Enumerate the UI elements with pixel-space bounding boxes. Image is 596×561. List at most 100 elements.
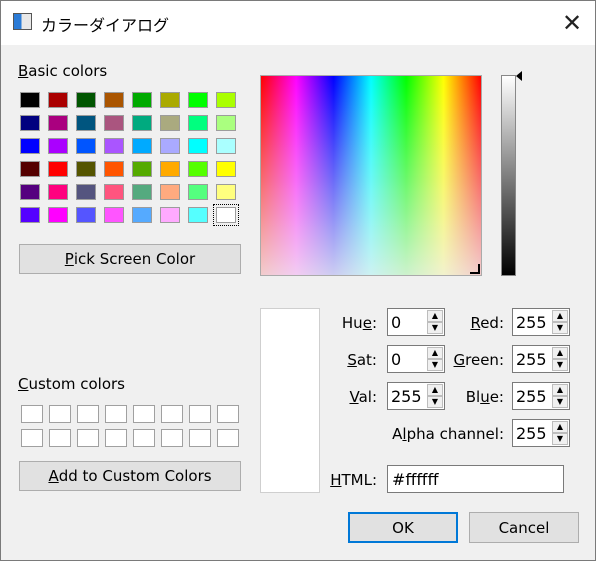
basic-color-swatch[interactable] [104,161,124,177]
spin-up-icon[interactable]: ▲ [427,384,443,396]
basic-color-swatch[interactable] [20,115,40,131]
pick-screen-color-button[interactable]: Pick Screen Color [19,244,241,274]
spin-down-icon[interactable]: ▼ [427,322,443,334]
basic-color-swatch[interactable] [48,115,68,131]
ok-button[interactable]: OK [348,512,458,543]
hue-spinbox[interactable]: 0 ▲ ▼ [387,308,445,336]
alpha-spinbox[interactable]: 255 ▲ ▼ [512,419,570,447]
custom-color-swatch[interactable] [133,429,155,447]
basic-color-swatch[interactable] [216,161,236,177]
spin-up-icon[interactable]: ▲ [552,310,568,322]
basic-color-swatch[interactable] [188,115,208,131]
basic-color-swatch[interactable] [20,161,40,177]
custom-color-swatch[interactable] [189,405,211,423]
basic-color-swatch[interactable] [76,207,96,223]
spectrum-crosshair[interactable] [470,264,480,274]
spin-down-icon[interactable]: ▼ [427,359,443,371]
basic-color-swatch[interactable] [160,161,180,177]
cancel-button[interactable]: Cancel [469,512,579,543]
basic-color-swatch[interactable] [132,138,152,154]
val-spinbox[interactable]: 255 ▲ ▼ [387,382,445,410]
basic-color-swatch[interactable] [132,161,152,177]
custom-color-swatch[interactable] [21,405,43,423]
basic-color-swatch[interactable] [76,184,96,200]
custom-color-swatch[interactable] [217,429,239,447]
spin-down-icon[interactable]: ▼ [552,396,568,408]
add-to-custom-colors-button[interactable]: Add to Custom Colors [19,461,241,491]
blue-spinbox[interactable]: 255 ▲ ▼ [512,382,570,410]
custom-color-swatch[interactable] [189,429,211,447]
basic-color-swatch[interactable] [48,207,68,223]
basic-color-swatch[interactable] [104,138,124,154]
basic-color-swatch[interactable] [188,138,208,154]
basic-color-swatch[interactable] [216,92,236,108]
custom-color-swatch[interactable] [105,405,127,423]
custom-color-swatch[interactable] [21,429,43,447]
green-spinbox[interactable]: 255 ▲ ▼ [512,345,570,373]
html-color-input[interactable]: #ffffff [387,465,564,493]
basic-color-swatch[interactable] [20,92,40,108]
basic-color-swatch[interactable] [20,184,40,200]
custom-color-swatch[interactable] [161,405,183,423]
basic-color-swatch[interactable] [216,115,236,131]
spin-up-icon[interactable]: ▲ [552,421,568,433]
basic-color-swatch[interactable] [188,207,208,223]
basic-color-swatch[interactable] [48,184,68,200]
basic-color-swatch[interactable] [104,115,124,131]
basic-color-swatch[interactable] [76,138,96,154]
basic-color-swatch[interactable] [76,161,96,177]
basic-color-swatch[interactable] [20,207,40,223]
spin-down-icon[interactable]: ▼ [427,396,443,408]
spin-down-icon[interactable]: ▼ [552,359,568,371]
close-button[interactable]: ✕ [549,1,595,45]
spin-up-icon[interactable]: ▲ [552,347,568,359]
custom-color-swatch[interactable] [49,429,71,447]
custom-color-swatch[interactable] [49,405,71,423]
basic-color-swatch[interactable] [104,184,124,200]
spin-down-icon[interactable]: ▼ [552,322,568,334]
custom-color-swatch[interactable] [217,405,239,423]
basic-color-swatch[interactable] [160,138,180,154]
custom-colors-label: Custom colors [18,375,125,393]
basic-color-swatch[interactable] [132,115,152,131]
spin-down-icon[interactable]: ▼ [552,433,568,445]
luminance-slider[interactable] [501,75,516,276]
basic-color-swatch[interactable] [48,138,68,154]
hue-saturation-spectrum[interactable] [260,75,482,276]
basic-color-swatch[interactable] [160,184,180,200]
red-spinbox[interactable]: 255 ▲ ▼ [512,308,570,336]
spin-up-icon[interactable]: ▲ [427,310,443,322]
basic-color-swatch[interactable] [104,207,124,223]
basic-color-swatch[interactable] [216,184,236,200]
spin-up-icon[interactable]: ▲ [552,384,568,396]
custom-color-swatch[interactable] [77,429,99,447]
basic-color-swatch[interactable] [132,207,152,223]
basic-color-swatch[interactable] [20,138,40,154]
basic-color-swatch[interactable] [76,92,96,108]
app-icon [13,13,32,30]
basic-color-swatch[interactable] [76,115,96,131]
custom-color-swatch[interactable] [161,429,183,447]
html-label: HTML: [330,471,377,489]
spin-up-icon[interactable]: ▲ [427,347,443,359]
basic-color-swatch[interactable] [160,92,180,108]
basic-color-swatch[interactable] [48,161,68,177]
basic-color-swatch[interactable] [104,92,124,108]
luminance-arrow-icon[interactable] [516,71,522,81]
basic-color-swatch[interactable] [216,138,236,154]
basic-color-swatch[interactable] [48,92,68,108]
custom-color-swatch[interactable] [133,405,155,423]
basic-color-swatch[interactable] [188,92,208,108]
custom-color-swatch[interactable] [77,405,99,423]
basic-color-swatch[interactable] [188,184,208,200]
basic-color-swatch[interactable] [132,92,152,108]
basic-color-swatch[interactable] [188,161,208,177]
basic-color-swatch[interactable] [160,115,180,131]
sat-spinbox[interactable]: 0 ▲ ▼ [387,345,445,373]
basic-color-swatch[interactable] [132,184,152,200]
custom-color-swatch[interactable] [105,429,127,447]
hue-label: Hue: [341,314,377,332]
basic-color-swatch[interactable] [213,204,239,226]
basic-color-swatch[interactable] [160,207,180,223]
basic-colors-label: Basic colors [18,62,108,80]
